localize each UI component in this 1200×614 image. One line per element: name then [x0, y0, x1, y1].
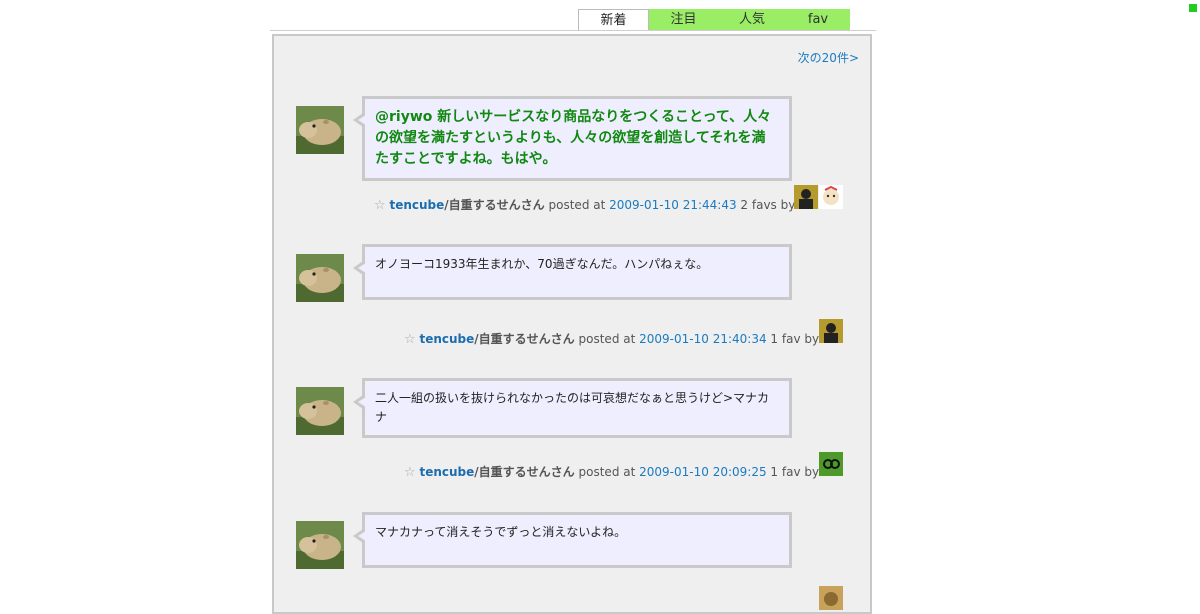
post-bubble: 二人一組の扱いを抜けられなかったのは可哀想だなぁと思うけど>マナカナ	[353, 378, 792, 438]
avatar[interactable]	[296, 387, 344, 435]
user-link[interactable]: tencube	[419, 332, 474, 346]
posted-at-label: posted at	[548, 198, 606, 212]
timeline-panel: 次の20件> @riywo 新しいサービスなり商品なりをつくることって、人々の欲…	[272, 34, 872, 614]
tab-featured[interactable]: 注目	[649, 9, 718, 31]
posted-at-label: posted at	[578, 332, 636, 346]
mention-link[interactable]: @riywo	[375, 109, 432, 125]
faver-avatar[interactable]	[819, 452, 843, 476]
post-meta: ☆ tencube/自重するせんさん posted at 2009-01-10 …	[404, 327, 819, 351]
faver-avatar[interactable]	[819, 319, 843, 343]
green-glasses-avatar-icon	[819, 452, 843, 476]
faver-avatar[interactable]	[819, 586, 843, 610]
posted-at-label: posted at	[578, 465, 636, 479]
capybara-avatar-icon	[296, 387, 344, 435]
capybara-avatar-icon	[296, 521, 344, 569]
user-display-name: /自重するせんさん	[474, 465, 575, 479]
tab-bar: 新着 注目 人気 fav	[578, 9, 850, 31]
next-page-link[interactable]: 次の20件>	[798, 49, 859, 66]
faver-avatar[interactable]	[819, 185, 843, 209]
post-bubble: マナカナって消えそうでずっと消えないよね。	[353, 512, 792, 568]
post-date-link[interactable]: 2009-01-10 20:09:25	[639, 465, 766, 479]
corner-indicator	[1189, 4, 1197, 12]
post-text: マナカナって消えそうでずっと消えないよね。	[375, 525, 627, 539]
post-date-link[interactable]: 2009-01-10 21:40:34	[639, 332, 766, 346]
tab-fav[interactable]: fav	[786, 9, 850, 31]
tab-divider	[270, 30, 876, 31]
post-meta: ☆ tencube/自重するせんさん posted at 2009-01-10 …	[374, 193, 795, 217]
tab-new[interactable]: 新着	[578, 9, 649, 31]
tab-popular[interactable]: 人気	[718, 9, 786, 31]
post-date-link[interactable]: 2009-01-10 21:44:43	[609, 198, 736, 212]
user-silhouette-icon	[794, 185, 818, 209]
avatar[interactable]	[296, 254, 344, 302]
avatar[interactable]	[296, 521, 344, 569]
user-display-name: /自重するせんさん	[444, 198, 545, 212]
post-text: 二人一組の扱いを抜けられなかったのは可哀想だなぁと思うけど>マナカナ	[375, 391, 770, 424]
post-text: オノヨーコ1933年生まれか、70過ぎなんだ。ハンパねぇな。	[375, 257, 709, 271]
star-icon[interactable]: ☆	[404, 332, 416, 347]
post-meta: ☆ tencube/自重するせんさん posted at 2009-01-10 …	[404, 460, 819, 484]
fav-count: 2 favs by	[740, 198, 796, 212]
post-bubble: @riywo 新しいサービスなり商品なりをつくることって、人々の欲望を満たすとい…	[353, 96, 792, 181]
user-display-name: /自重するせんさん	[474, 332, 575, 346]
capybara-avatar-icon	[296, 254, 344, 302]
star-icon[interactable]: ☆	[374, 198, 386, 213]
cartoon-avatar-icon	[819, 185, 843, 209]
avatar[interactable]	[296, 106, 344, 154]
user-link[interactable]: tencube	[389, 198, 444, 212]
fav-count: 1 fav by	[770, 465, 820, 479]
fav-count: 1 fav by	[770, 332, 820, 346]
post-text: 新しいサービスなり商品なりをつくることって、人々の欲望を満たすというよりも、人々…	[375, 109, 772, 167]
cat-avatar-icon	[819, 586, 843, 610]
capybara-avatar-icon	[296, 106, 344, 154]
user-silhouette-icon	[819, 319, 843, 343]
star-icon[interactable]: ☆	[404, 465, 416, 480]
faver-avatar[interactable]	[794, 185, 818, 209]
user-link[interactable]: tencube	[419, 465, 474, 479]
post-bubble: オノヨーコ1933年生まれか、70過ぎなんだ。ハンパねぇな。	[353, 244, 792, 300]
